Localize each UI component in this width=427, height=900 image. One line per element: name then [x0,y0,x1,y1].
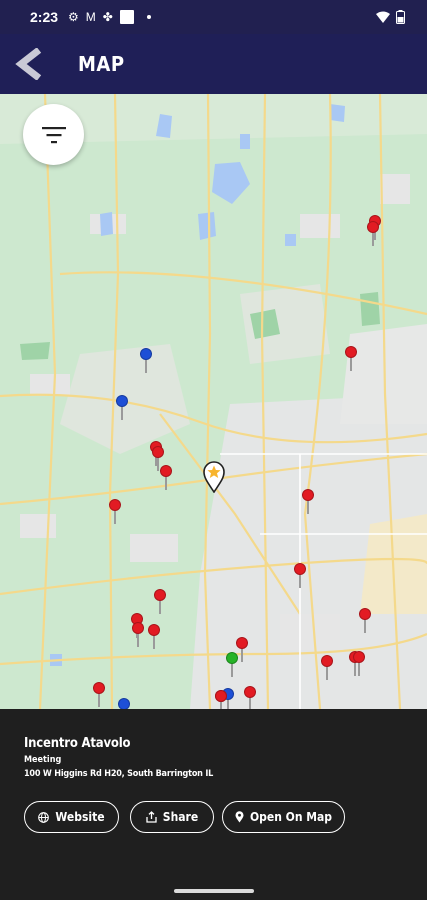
battery-icon [396,10,405,24]
map-pin-red[interactable] [358,608,372,638]
map-pin-red[interactable] [147,624,161,654]
map-pin-red[interactable] [344,346,358,376]
map-pin-red[interactable] [243,686,257,709]
square-notification-icon [119,10,134,24]
filter-button[interactable] [23,104,84,165]
place-address: 100 W Higgins Rd H20, South Barrington I… [24,769,214,779]
app-screen: { "status_bar": { "time": "2:23" }, "app… [0,0,427,900]
settings-icon: ⚙ [68,10,79,24]
map-pin-red[interactable] [301,489,315,519]
share-icon [146,811,157,823]
map-pin-red[interactable] [153,589,167,619]
website-label: Website [55,810,105,824]
map-pin-red[interactable] [92,682,106,709]
place-info-card: Incentro Atavolo Meeting 100 W Higgins R… [0,709,427,900]
filter-icon [41,126,66,143]
share-button[interactable]: Share [130,801,214,833]
location-pin-icon [235,811,244,823]
map-view[interactable] [0,94,427,709]
current-location-marker[interactable] [202,461,226,494]
back-button[interactable] [0,34,56,94]
map-pin-blue[interactable] [117,698,131,709]
open-on-map-label: Open On Map [249,810,333,824]
home-indicator[interactable] [174,889,254,893]
website-button[interactable]: Website [24,801,119,833]
fan-icon: ✤ [102,10,113,24]
back-chevron-icon [15,48,42,80]
map-pin-green[interactable] [225,652,239,682]
map-pin-blue[interactable] [139,348,153,378]
page-title: MAP [78,52,125,76]
globe-icon [38,811,50,823]
map-pin-red[interactable] [131,622,145,652]
more-notifications-dot [146,15,151,19]
map-pin-red[interactable] [214,690,228,709]
map-pin-red[interactable] [108,499,122,529]
status-bar: 2:23 ⚙ M ✤ [0,0,427,34]
map-pin-red[interactable] [366,221,380,251]
star-location-icon [203,461,225,494]
map-pin-red[interactable] [159,465,173,495]
map-pin-blue[interactable] [115,395,129,425]
app-bar: MAP [0,34,427,94]
map-pin-red[interactable] [320,655,334,685]
place-type: Meeting [24,755,62,765]
open-on-map-button[interactable]: Open On Map [222,801,345,833]
wifi-icon [376,11,390,23]
status-time: 2:23 [30,9,59,25]
map-pin-red[interactable] [293,563,307,593]
share-label: Share [162,810,199,824]
place-name: Incentro Atavolo [24,736,131,751]
map-pin-red[interactable] [352,651,366,681]
gmail-icon: M [85,10,96,24]
